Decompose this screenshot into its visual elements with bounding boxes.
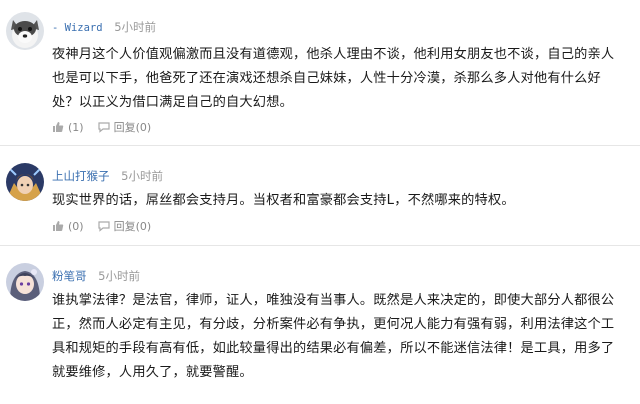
avatar[interactable] xyxy=(6,12,44,50)
anime-girl-avatar-icon xyxy=(6,263,44,301)
reply-button[interactable]: 回复(0) xyxy=(97,218,152,234)
comment-line: 正，然而人必定有主见，有分歧，分析案件必有争执，更何况人能力有强有弱，利用法律这… xyxy=(52,317,615,332)
comment-meta: 上山打猴子 5小时前 xyxy=(52,168,163,184)
comment-line: 也是可以下手，他爸死了还在演戏还想杀自己妹妹，人性十分冷漠，杀那么多人对他有什么… xyxy=(52,71,601,86)
anime-character-avatar-icon xyxy=(6,163,44,201)
comment-meta: 粉笔哥 5小时前 xyxy=(52,268,140,284)
like-button[interactable]: (1) xyxy=(52,121,84,134)
reply-label: 回复(0) xyxy=(113,220,152,233)
dog-avatar-icon xyxy=(6,12,44,50)
avatar[interactable] xyxy=(6,263,44,301)
reply-icon xyxy=(97,122,110,133)
comment-text: 现实世界的话，屌丝都会支持月。当权者和富豪都会支持L，不然哪来的特权。 xyxy=(52,189,632,213)
timestamp: 5小时前 xyxy=(121,169,163,183)
like-button[interactable]: (0) xyxy=(52,220,84,233)
username-link[interactable]: 粉笔哥 xyxy=(52,269,87,283)
username-link[interactable]: 上山打猴子 xyxy=(52,169,110,183)
timestamp: 5小时前 xyxy=(114,20,157,34)
like-count: (0) xyxy=(68,219,84,233)
comment-line: 夜神月这个人价值观偏激而且没有道德观，他杀人理由不谈，他利用女朋友也不谈，自己的… xyxy=(52,47,615,62)
comment-line: 具和规矩的手段有高有低，如此较量得出的结果必有偏差，所以不能迷信法律！是工具，用… xyxy=(52,341,615,356)
comment-meta: - Wizard 5小时前 xyxy=(52,19,156,35)
avatar[interactable] xyxy=(6,163,44,201)
reply-label: 回复(0) xyxy=(113,121,152,134)
divider xyxy=(0,245,640,246)
comment-text: 谁执掌法律？是法官，律师，证人，唯独没有当事人。既然是人来决定的，即使大部分人都… xyxy=(52,289,632,385)
comment-text: 夜神月这个人价值观偏激而且没有道德观，他杀人理由不谈，他利用女朋友也不谈，自己的… xyxy=(52,43,632,115)
thumbs-up-icon xyxy=(53,122,64,132)
comment-line: 现实世界的话，屌丝都会支持月。当权者和富豪都会支持L，不然哪来的特权。 xyxy=(52,193,515,208)
username-link[interactable]: - Wizard xyxy=(52,22,103,34)
reply-icon xyxy=(97,221,110,232)
divider xyxy=(0,145,640,146)
comment-line: 处？以正义为借口满足自己的自大幻想。 xyxy=(52,95,293,110)
timestamp: 5小时前 xyxy=(98,269,140,283)
reply-button[interactable]: 回复(0) xyxy=(97,119,152,135)
thumbs-up-icon xyxy=(53,221,64,231)
like-count: (1) xyxy=(68,120,84,134)
comment-actions: (0) 回复(0) xyxy=(52,218,165,234)
comment-actions: (1) 回复(0) xyxy=(52,119,165,135)
comment-line: 谁执掌法律？是法官，律师，证人，唯独没有当事人。既然是人来决定的，即使大部分人都… xyxy=(52,293,615,308)
comment-line: 就要维修，人用久了，就要警醒。 xyxy=(52,365,253,380)
